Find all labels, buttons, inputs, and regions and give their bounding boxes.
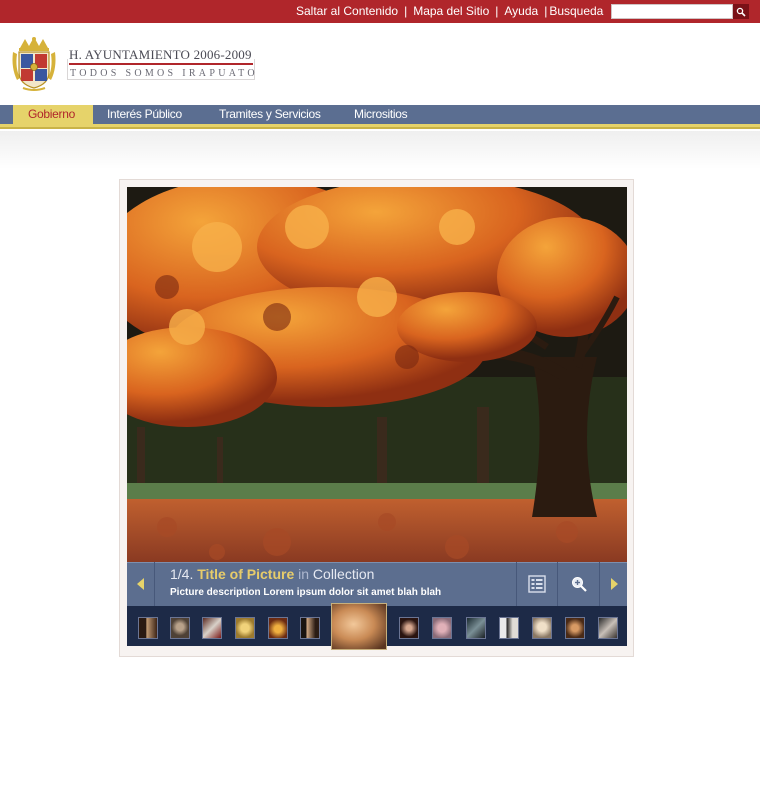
help-link[interactable]: Ayuda — [504, 4, 538, 18]
thumbnail[interactable] — [598, 617, 618, 639]
thumbnail[interactable] — [466, 617, 486, 639]
arrow-left-icon — [136, 578, 144, 590]
list-view-button[interactable] — [516, 562, 558, 606]
sitemap-link[interactable]: Mapa del Sitio — [413, 4, 489, 18]
arrow-right-icon — [610, 578, 618, 590]
zoom-in-icon — [571, 577, 587, 592]
thumbnail[interactable] — [268, 617, 288, 639]
thumbnail-active[interactable] — [331, 603, 387, 650]
search-link[interactable]: Busqueda — [549, 4, 603, 18]
thumbnail[interactable] — [235, 617, 255, 639]
zoom-button[interactable] — [558, 562, 600, 606]
search-input[interactable] — [611, 4, 733, 19]
thumbnail[interactable] — [202, 617, 222, 639]
picture-index: 1/4. — [170, 566, 194, 582]
collection-name: Collection — [312, 566, 375, 582]
thumbnail[interactable] — [432, 617, 452, 639]
thumbnail[interactable] — [138, 617, 158, 639]
picture-title: Title of Picture — [197, 566, 295, 582]
thumbnail[interactable] — [300, 617, 320, 639]
in-label: in — [298, 566, 310, 582]
thumbnail[interactable] — [399, 617, 419, 639]
previous-button[interactable] — [127, 562, 155, 606]
grid-list-icon — [528, 575, 546, 593]
thumbnail[interactable] — [170, 617, 190, 639]
next-button[interactable] — [600, 562, 627, 606]
skip-to-content-link[interactable]: Saltar al Contenido — [296, 4, 398, 18]
search-icon — [736, 7, 746, 17]
coat-of-arms-logo — [11, 36, 57, 92]
search-button[interactable] — [733, 4, 749, 19]
thumbnail[interactable] — [565, 617, 585, 639]
nav-accent-stripe — [0, 124, 760, 129]
nav-item-micrositios[interactable]: Micrositios — [354, 105, 408, 124]
utility-links: Saltar al Contenido | Mapa del Sitio | Ayuda… — [296, 4, 603, 18]
header-shadow-band — [0, 131, 760, 169]
thumbnail[interactable] — [532, 617, 552, 639]
thumbnail[interactable] — [499, 617, 519, 639]
picture-description: Picture description Lorem ipsum dolor si… — [170, 587, 442, 598]
organization-motto: TODOS SOMOS IRAPUATO — [70, 68, 258, 79]
link-separator: | — [544, 4, 548, 18]
picture-title-line: 1/4. Title of Picture in Collection — [170, 566, 374, 582]
nav-item-tramites-servicios[interactable]: Tramites y Servicios — [219, 105, 321, 124]
link-separator: | — [404, 4, 408, 18]
main-photo[interactable] — [127, 187, 627, 562]
link-separator: | — [495, 4, 499, 18]
nav-item-interes-publico[interactable]: Interés Público — [107, 105, 182, 124]
nav-item-gobierno[interactable]: Gobierno — [13, 105, 93, 124]
